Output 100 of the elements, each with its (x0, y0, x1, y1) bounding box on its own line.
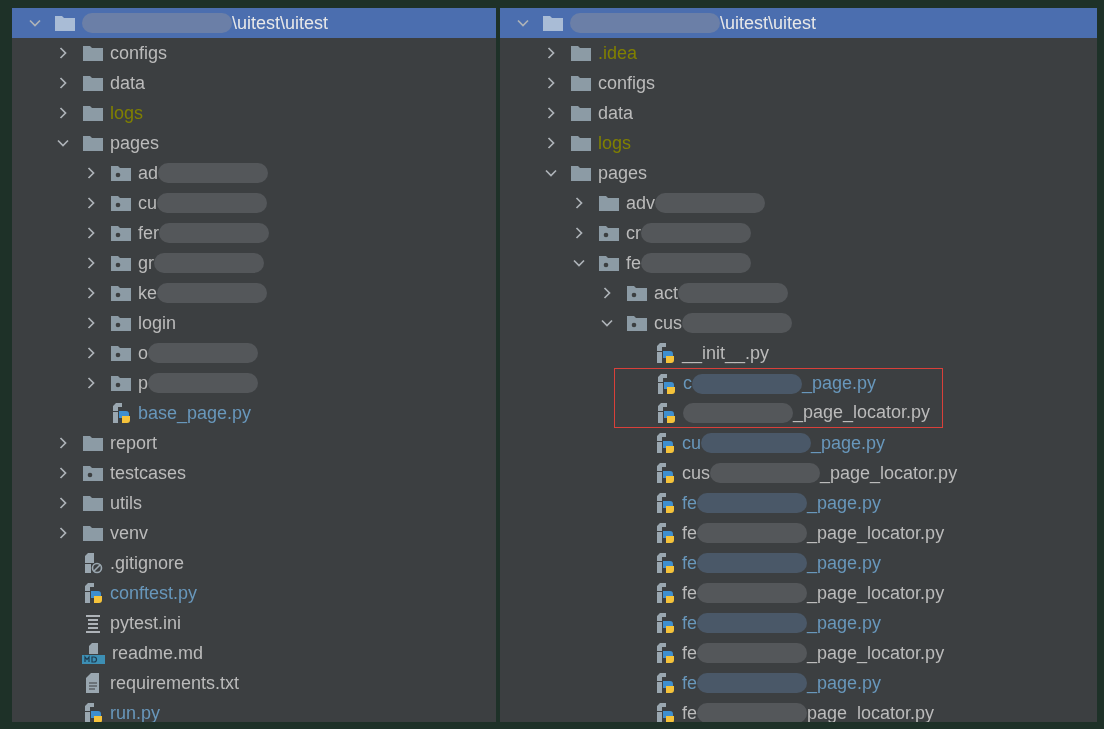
tree-row[interactable]: fe _page.py (500, 608, 1097, 638)
file-name[interactable]: base_page.py (138, 402, 252, 424)
tree-row[interactable]: venv (12, 518, 496, 548)
tree-row[interactable]: fe page_locator.py (500, 698, 1097, 722)
tree-row[interactable]: cu _page.py (500, 428, 1097, 458)
tree-row[interactable]: fe _page.py (500, 548, 1097, 578)
file-name[interactable]: cr (626, 222, 751, 244)
file-name[interactable]: _page_locator.py (683, 402, 931, 423)
tree-row[interactable]: configs (12, 38, 496, 68)
file-name[interactable]: fe _page_locator.py (682, 582, 945, 604)
tree-row[interactable]: o (12, 338, 496, 368)
tree-row[interactable]: report (12, 428, 496, 458)
tree-row[interactable]: p (12, 368, 496, 398)
tree-row[interactable]: data (12, 68, 496, 98)
file-name[interactable]: data (598, 102, 634, 124)
tree-row[interactable]: adv (500, 188, 1097, 218)
file-name[interactable]: fe _page.py (682, 672, 882, 694)
file-name[interactable]: \uitest\uitest (570, 12, 817, 34)
python-file-icon (654, 642, 676, 664)
file-name[interactable]: fe page_locator.py (682, 702, 935, 722)
file-name[interactable]: act (654, 282, 788, 304)
tree-row[interactable]: fe _page_locator.py (500, 578, 1097, 608)
package-folder-icon (110, 344, 132, 362)
tree-row[interactable]: fe (500, 248, 1097, 278)
tree-row[interactable]: fe _page.py (500, 488, 1097, 518)
file-name[interactable]: c _page.py (683, 373, 877, 394)
file-name[interactable]: fer (138, 222, 269, 244)
file-name[interactable]: fe _page.py (682, 612, 882, 634)
file-name[interactable]: ke (138, 282, 267, 304)
file-name[interactable]: readme.md (112, 642, 204, 664)
tree-row[interactable]: run.py (12, 698, 496, 722)
tree-row[interactable]: configs (500, 68, 1097, 98)
file-name[interactable]: configs (110, 42, 168, 64)
project-root-row[interactable]: \uitest\uitest (12, 8, 496, 38)
package-folder-icon (598, 224, 620, 242)
tree-row[interactable]: gr (12, 248, 496, 278)
file-name[interactable]: \uitest\uitest (82, 12, 329, 34)
tree-row[interactable]: _page_locator.py (501, 398, 931, 427)
file-name[interactable]: utils (110, 492, 142, 514)
python-file-icon (655, 401, 677, 424)
file-name[interactable]: pages (598, 162, 648, 184)
python-file-icon (654, 552, 676, 574)
file-name[interactable]: p (138, 372, 258, 394)
tree-row[interactable]: pages (500, 158, 1097, 188)
file-name[interactable]: o (138, 342, 258, 364)
file-name[interactable]: venv (110, 522, 149, 544)
tree-row[interactable]: fer (12, 218, 496, 248)
tree-row[interactable]: testcases (12, 458, 496, 488)
file-name[interactable]: data (110, 72, 146, 94)
python-file-icon (655, 372, 677, 395)
tree-row[interactable]: .gitignore (12, 548, 496, 578)
tree-row[interactable]: ad (12, 158, 496, 188)
tree-row[interactable]: pytest.ini (12, 608, 496, 638)
tree-row[interactable]: cus _page_locator.py (500, 458, 1097, 488)
file-name[interactable]: login (138, 312, 177, 334)
tree-row[interactable]: fe _page_locator.py (500, 638, 1097, 668)
tree-row[interactable]: readme.md (12, 638, 496, 668)
file-name[interactable]: fe _page_locator.py (682, 642, 945, 664)
file-name[interactable]: .gitignore (110, 552, 185, 574)
tree-row[interactable]: base_page.py (12, 398, 496, 428)
file-name[interactable]: ad (138, 162, 269, 184)
tree-row[interactable]: login (12, 308, 496, 338)
project-root-row[interactable]: \uitest\uitest (500, 8, 1097, 38)
tree-row[interactable]: cr (500, 218, 1097, 248)
tree-row[interactable]: utils (12, 488, 496, 518)
file-name[interactable]: configs (598, 72, 656, 94)
tree-row[interactable]: fe _page_locator.py (500, 518, 1097, 548)
file-name[interactable]: pages (110, 132, 160, 154)
file-name[interactable]: __init__.py (682, 342, 770, 364)
file-name[interactable]: fe (626, 252, 751, 274)
file-name[interactable]: conftest.py (110, 582, 198, 604)
file-name[interactable]: cus _page_locator.py (682, 462, 958, 484)
tree-row[interactable]: pages (12, 128, 496, 158)
file-name[interactable]: testcases (110, 462, 187, 484)
file-name[interactable]: requirements.txt (110, 672, 240, 694)
python-file-icon (654, 522, 676, 544)
file-name[interactable]: report (110, 432, 158, 454)
file-name[interactable]: adv (626, 192, 766, 214)
tree-row[interactable]: ke (12, 278, 496, 308)
file-name[interactable]: cu (138, 192, 267, 214)
package-folder-icon (110, 254, 132, 272)
file-name[interactable]: gr (138, 252, 264, 274)
tree-row[interactable]: __init__.py (500, 338, 1097, 368)
tree-row[interactable]: conftest.py (12, 578, 496, 608)
tree-row[interactable]: act (500, 278, 1097, 308)
tree-row[interactable]: cus (500, 308, 1097, 338)
tree-row[interactable]: c _page.py (501, 369, 931, 398)
file-name[interactable]: run.py (110, 702, 161, 722)
tree-row[interactable]: data (500, 98, 1097, 128)
file-name[interactable]: cus (654, 312, 792, 334)
file-name[interactable]: pytest.ini (110, 612, 182, 634)
file-name[interactable]: cu _page.py (682, 432, 886, 454)
tree-row[interactable]: cu (12, 188, 496, 218)
tree-row[interactable]: requirements.txt (12, 668, 496, 698)
file-name[interactable]: fe _page_locator.py (682, 522, 945, 544)
file-name[interactable]: fe _page.py (682, 492, 882, 514)
package-folder-icon (598, 254, 620, 272)
tree-row[interactable]: fe _page.py (500, 668, 1097, 698)
python-file-icon (110, 402, 132, 424)
file-name[interactable]: fe _page.py (682, 552, 882, 574)
